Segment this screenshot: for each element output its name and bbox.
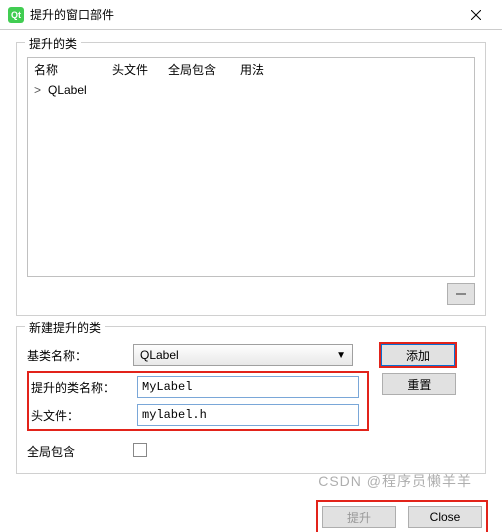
col-usage[interactable]: 用法 <box>234 61 474 78</box>
header-file-input[interactable] <box>137 404 359 426</box>
promoted-classes-group: 提升的类 名称 头文件 全局包含 用法 > QLabel <box>16 42 486 316</box>
add-button[interactable]: 添加 <box>381 344 455 366</box>
promoted-classes-table[interactable]: 名称 头文件 全局包含 用法 > QLabel <box>27 57 475 277</box>
table-header: 名称 头文件 全局包含 用法 <box>28 58 474 80</box>
col-header[interactable]: 头文件 <box>106 61 162 78</box>
class-name-label: 提升的类名称： <box>31 379 127 396</box>
new-promoted-title: 新建提升的类 <box>25 319 105 336</box>
row-class-name: QLabel <box>48 83 87 97</box>
base-class-combo[interactable]: QLabel ▼ <box>133 344 353 366</box>
remove-button[interactable] <box>447 283 475 305</box>
class-name-input[interactable] <box>137 376 359 398</box>
qt-icon: Qt <box>8 7 24 23</box>
base-class-label: 基类名称： <box>27 347 123 364</box>
global-include-label: 全局包含 <box>27 443 123 460</box>
col-global[interactable]: 全局包含 <box>162 61 234 78</box>
reset-button[interactable]: 重置 <box>382 373 456 395</box>
header-file-label: 头文件： <box>31 407 127 424</box>
new-promoted-group: 新建提升的类 基类名称： QLabel ▼ 添加 提升的类名称： 头文件： <box>16 326 486 474</box>
close-icon <box>471 10 481 20</box>
global-include-checkbox[interactable] <box>133 443 147 457</box>
chevron-down-icon: ▼ <box>336 350 346 361</box>
promote-button[interactable]: 提升 <box>322 506 396 528</box>
promoted-group-title: 提升的类 <box>25 35 81 52</box>
col-name[interactable]: 名称 <box>28 61 106 78</box>
expand-icon[interactable]: > <box>34 83 46 97</box>
minus-icon <box>456 293 466 295</box>
titlebar: Qt 提升的窗口部件 <box>0 0 502 30</box>
close-dialog-button[interactable]: Close <box>408 506 482 528</box>
table-row[interactable]: > QLabel <box>28 80 474 100</box>
base-class-value: QLabel <box>140 348 179 362</box>
close-button[interactable] <box>458 1 494 29</box>
window-title: 提升的窗口部件 <box>30 6 458 23</box>
